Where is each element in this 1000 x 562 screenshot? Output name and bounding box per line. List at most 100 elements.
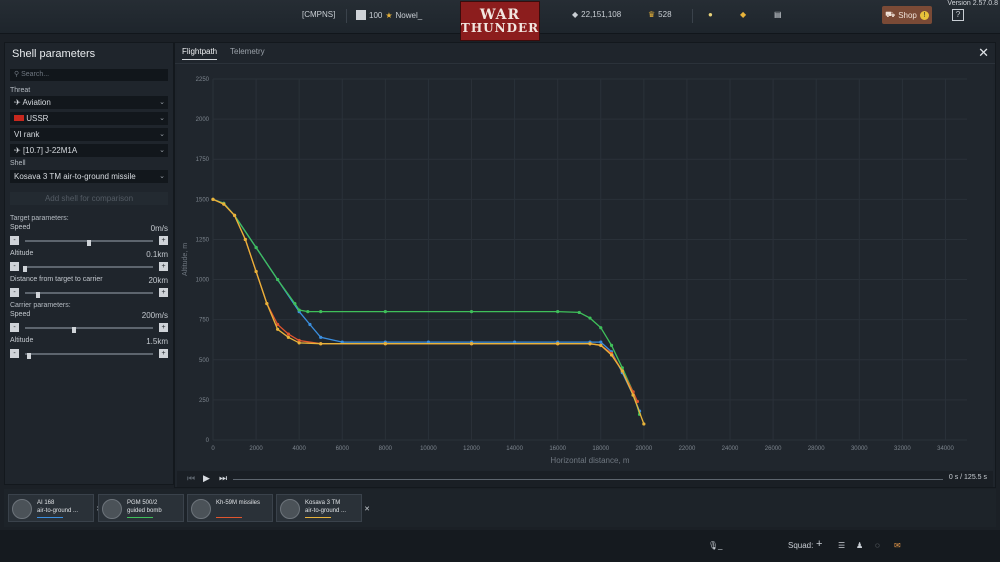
data-point [265,302,269,306]
target-altitude-slider[interactable]: - + [10,262,168,272]
x-tick-label: 12000 [463,446,480,452]
shell-card[interactable]: Kosava 3 TM air-to-ground ... ✕ [276,494,370,522]
y-tick-label: 1000 [196,278,210,284]
slider-thumb[interactable] [35,292,40,298]
data-point [588,342,592,346]
search-input[interactable]: ⚲ Search... [10,69,168,81]
shell-type: air-to-ground ... [37,508,79,514]
carrier-speed-value: 200m/s [141,311,168,320]
squadron-tag[interactable]: [CMPNS] [302,10,335,19]
rank-select[interactable]: VI rank ⌄ [10,128,168,141]
divider [175,63,995,64]
shell-card[interactable]: PGM 500/2guided bomb ✕ [98,494,192,522]
series-swatch [216,517,242,518]
war-thunder-logo[interactable]: WAR THUNDER [460,1,540,41]
diamond-icon[interactable]: ◆ [740,10,746,19]
skip-back-icon[interactable]: ⏮ [187,473,195,484]
data-point [254,269,258,274]
x-tick-label: 30000 [851,446,868,452]
data-point [642,422,646,426]
version-label: Version 2.57.0.8 [947,0,998,7]
y-tick-label: 0 [206,438,210,444]
shop-button[interactable]: ⛟ Shop ! [882,6,932,24]
plus-button[interactable]: + [159,288,168,297]
slider-track [25,353,153,359]
add-shell-button[interactable]: Add shell for comparison [10,192,168,205]
carrier-altitude-slider[interactable]: - + [10,349,168,359]
timeline-track[interactable] [233,479,943,480]
data-point [609,353,614,357]
series-line [212,198,641,412]
data-point [599,340,603,344]
slider-thumb[interactable] [23,266,27,272]
threat-type-select[interactable]: ✈ Aviation ⌄ [10,96,168,109]
tab-flightpath[interactable]: Flightpath [182,47,218,60]
play-icon[interactable]: ▶ [203,473,210,484]
chevron-down-icon: ⌄ [159,147,165,154]
carrier-altitude-row: Altitude 1.5km [10,337,168,346]
mail-icon[interactable]: ✉ [894,541,901,550]
y-tick-label: 750 [199,318,210,324]
slider-track [25,240,153,246]
shell-card[interactable]: AI 168air-to-ground ... ✕ [8,494,102,522]
plus-button[interactable]: + [159,236,168,245]
minus-button[interactable]: - [10,349,19,358]
target-speed-slider[interactable]: - + [10,236,168,246]
carrier-altitude-value: 1.5km [146,337,168,346]
tickets-icon[interactable]: ▤ [774,10,782,19]
minus-button[interactable]: - [10,236,19,245]
golden-eagles[interactable]: ♛ 528 [648,10,672,19]
vehicle-select[interactable]: ✈ [10.7] J-22M1A ⌄ [10,144,168,157]
close-icon[interactable]: ✕ [978,45,989,61]
data-point [232,213,237,217]
target-altitude-row: Altitude 0.1km [10,250,168,259]
chat-icon[interactable]: ◌ [875,541,880,550]
slider-thumb[interactable] [26,353,31,359]
tab-telemetry[interactable]: Telemetry [230,47,265,59]
list-icon[interactable]: ☰ [838,541,845,550]
plus-button[interactable]: + [159,349,168,358]
target-params-label: Target parameters: [10,215,69,222]
add-squad-icon[interactable]: + [816,538,822,550]
player-profile[interactable]: 100 ★ Nowel_ [356,10,422,20]
data-point [577,310,581,315]
help-button[interactable]: ? [952,9,964,21]
flightpath-window: Flightpath Telemetry ✕ 0 250 500 750 1000 125… [174,42,996,488]
minus-button[interactable]: - [10,288,19,297]
y-tick-label: 1500 [196,197,210,203]
lightbulb-icon[interactable]: ● [708,10,713,19]
silver-lions[interactable]: ◆ 22,151,108 [572,10,621,19]
y-tick-label: 2250 [196,77,210,83]
country-select[interactable]: USSR ⌄ [10,112,168,125]
minus-button[interactable]: - [10,323,19,332]
shell-name: Kosava 3 TM [305,500,341,506]
shell-card[interactable]: Kh-59M missiles ✕ [187,494,281,522]
data-point [276,277,280,282]
x-tick-label: 22000 [679,446,696,452]
slider-thumb[interactable] [87,240,91,246]
slider-thumb[interactable] [71,327,76,333]
contacts-icon[interactable]: ♟ [856,541,863,550]
plane-icon: ✈ [14,98,21,107]
carrier-params-label: Carrier parameters: [10,302,71,309]
level-value: 100 [369,10,383,20]
plus-button[interactable]: + [159,262,168,271]
panel-title: Shell parameters [12,48,96,60]
shell-name: Kh-59M missiles [216,500,261,506]
x-tick-label: 26000 [765,446,782,452]
distance-slider[interactable]: - + [10,288,168,298]
plus-button[interactable]: + [159,323,168,332]
microphone-icon[interactable]: 🎙 [708,541,718,550]
distance-value: 20km [148,276,168,285]
minus-button[interactable]: - [10,262,19,271]
data-point [222,202,226,206]
data-point [286,335,290,339]
target-altitude-value: 0.1km [146,250,168,259]
skip-forward-icon[interactable]: ⏭ [219,473,227,484]
shell-select[interactable]: Kosava 3 TM air-to-ground missile ⌄ [10,170,168,183]
carrier-speed-slider[interactable]: - + [10,323,168,333]
divider [346,9,347,23]
remove-shell-button[interactable]: ✕ [364,505,370,513]
x-tick-label: 18000 [592,446,609,452]
alert-icon: ! [919,10,929,20]
